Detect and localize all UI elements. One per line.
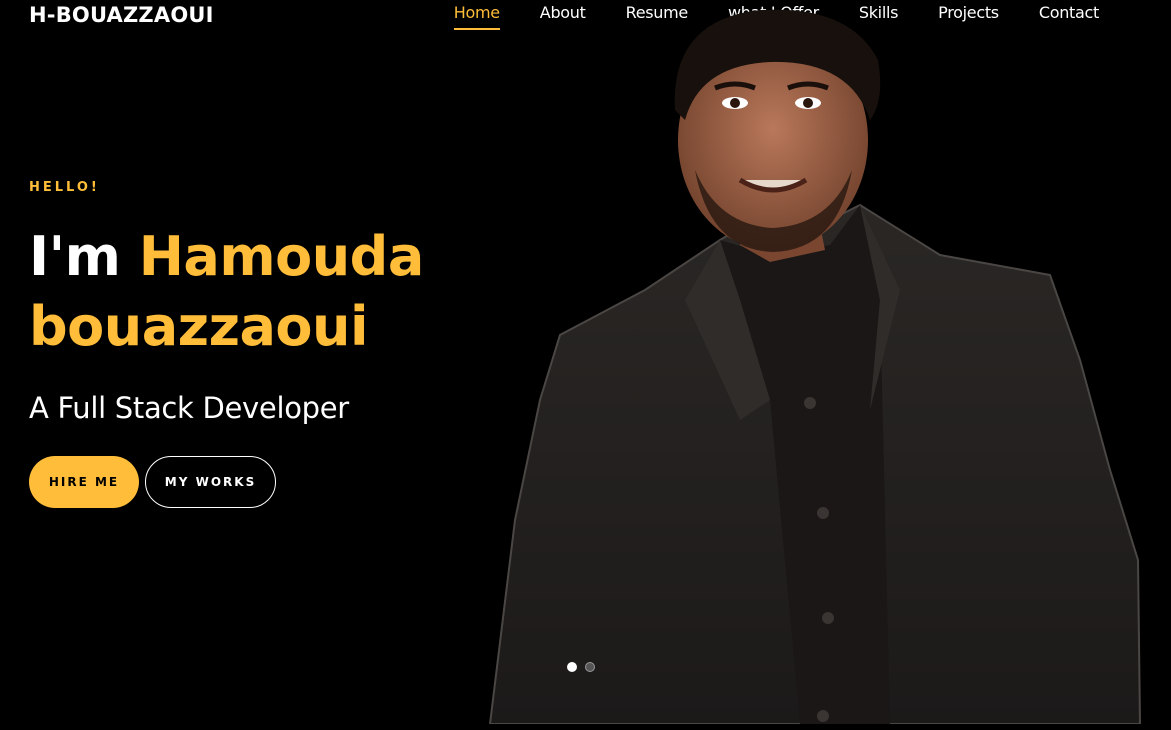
hero-buttons: HIRE ME MY WORKS bbox=[29, 456, 276, 508]
hero-heading: I'm Hamouda bouazzaoui bbox=[29, 222, 499, 362]
carousel-dots bbox=[567, 662, 595, 672]
hero-last-name: bouazzaoui bbox=[29, 295, 369, 358]
my-works-button[interactable]: MY WORKS bbox=[145, 456, 276, 508]
hero-first-name: Hamouda bbox=[138, 225, 425, 288]
hero-text: HELLO! I'm Hamouda bouazzaoui A Full Sta… bbox=[29, 178, 499, 428]
site-logo[interactable]: H-BOUAZZAOUI bbox=[29, 2, 214, 28]
hero-im: I'm bbox=[29, 225, 121, 288]
carousel-dot-1[interactable] bbox=[567, 662, 577, 672]
hero-role: A Full Stack Developer bbox=[29, 391, 349, 425]
hire-me-button[interactable]: HIRE ME bbox=[29, 456, 139, 508]
hero-greeting: HELLO! bbox=[29, 180, 100, 195]
carousel-dot-2[interactable] bbox=[585, 662, 595, 672]
portrait-photo bbox=[488, 9, 1142, 724]
